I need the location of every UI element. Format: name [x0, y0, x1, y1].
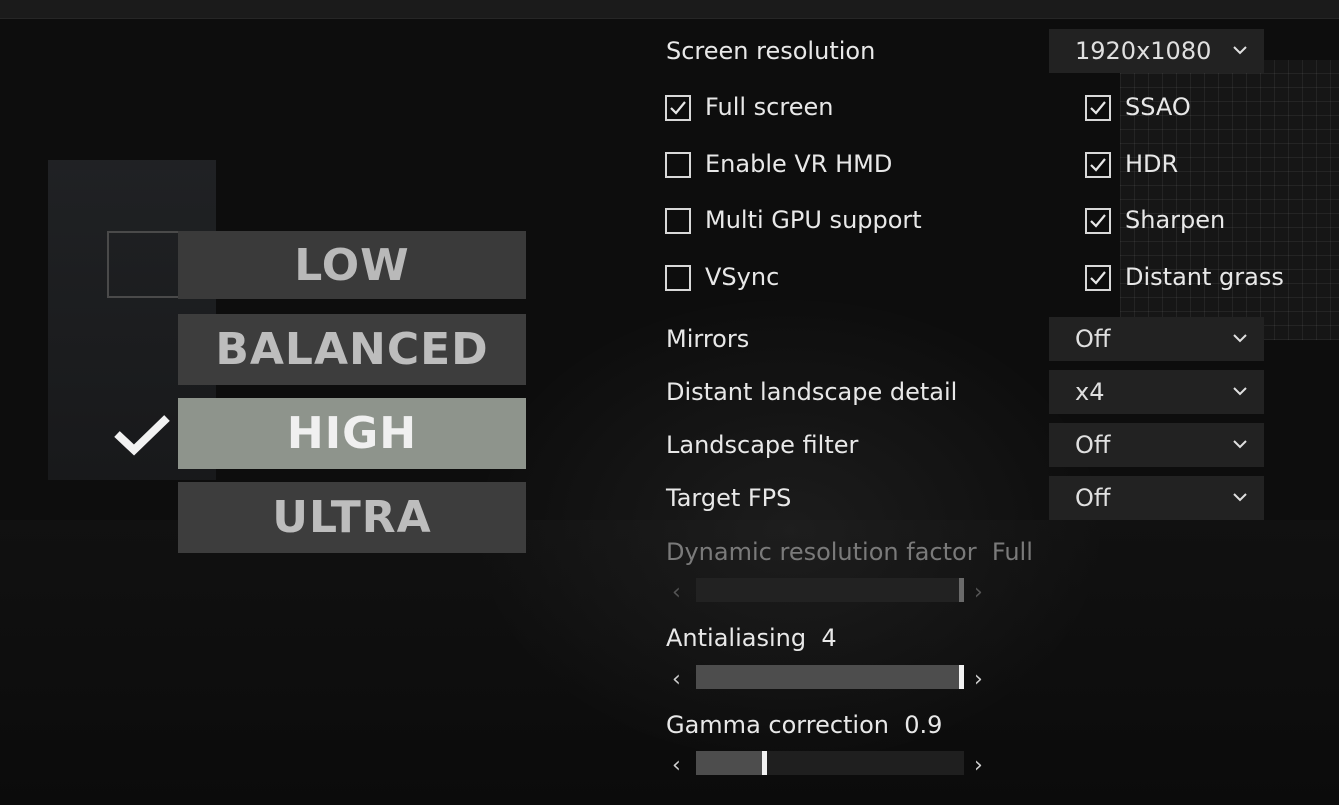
check-icon	[1090, 101, 1106, 115]
target-fps-dropdown[interactable]: Off	[1049, 476, 1264, 520]
dynamic-resolution-label: Dynamic resolution factor Full	[666, 538, 1033, 566]
landscape-filter-label: Landscape filter	[666, 431, 859, 459]
dynamic-resolution-value: Full	[991, 538, 1033, 566]
sharpen-checkbox[interactable]	[1085, 208, 1111, 234]
hdr-label: HDR	[1125, 150, 1179, 178]
chevron-down-icon	[1233, 493, 1247, 502]
check-icon	[1090, 214, 1106, 228]
chevron-down-icon	[1233, 334, 1247, 343]
chevron-down-icon	[1233, 440, 1247, 449]
gamma-track[interactable]	[696, 751, 964, 775]
dynamic-resolution-thumb[interactable]	[959, 578, 964, 602]
gamma-fill	[696, 751, 767, 775]
sharpen-label: Sharpen	[1125, 206, 1226, 234]
screen-resolution-value: 1920x1080	[1075, 37, 1212, 65]
target-fps-value: Off	[1075, 484, 1111, 512]
preset-low-button[interactable]: LOW	[178, 231, 526, 299]
distant-landscape-label: Distant landscape detail	[666, 378, 958, 406]
antialiasing-slider[interactable]: ‹ ›	[666, 663, 996, 693]
vsync-checkbox[interactable]	[665, 265, 691, 291]
antialiasing-label: Antialiasing 4	[666, 624, 837, 652]
chevron-left-icon[interactable]: ‹	[672, 753, 681, 778]
chevron-down-icon	[1233, 46, 1247, 55]
antialiasing-title: Antialiasing	[666, 624, 807, 652]
antialiasing-thumb[interactable]	[959, 665, 964, 689]
mirrors-value: Off	[1075, 325, 1111, 353]
ssao-label: SSAO	[1125, 93, 1191, 121]
preset-high-button[interactable]: HIGH	[178, 398, 526, 469]
full-screen-label: Full screen	[705, 93, 834, 121]
distant-landscape-dropdown[interactable]: x4	[1049, 370, 1264, 414]
check-icon	[1090, 271, 1106, 285]
full-screen-checkbox[interactable]	[665, 95, 691, 121]
mirrors-dropdown[interactable]: Off	[1049, 317, 1264, 361]
antialiasing-track[interactable]	[696, 665, 964, 689]
ssao-checkbox[interactable]	[1085, 95, 1111, 121]
antialiasing-fill	[696, 665, 964, 689]
landscape-filter-dropdown[interactable]: Off	[1049, 423, 1264, 467]
multi-gpu-checkbox[interactable]	[665, 208, 691, 234]
check-icon	[114, 415, 170, 456]
gamma-thumb[interactable]	[762, 751, 767, 775]
chevron-right-icon[interactable]: ›	[974, 753, 983, 778]
preset-balanced-button[interactable]: BALANCED	[178, 314, 526, 385]
chevron-down-icon	[1233, 387, 1247, 396]
dynamic-resolution-slider[interactable]: ‹ ›	[666, 576, 996, 606]
distant-landscape-value: x4	[1075, 378, 1105, 406]
landscape-filter-value: Off	[1075, 431, 1111, 459]
hdr-checkbox[interactable]	[1085, 152, 1111, 178]
enable-vr-hmd-label: Enable VR HMD	[705, 150, 893, 178]
chevron-left-icon[interactable]: ‹	[672, 580, 681, 605]
check-icon	[670, 101, 686, 115]
chevron-right-icon[interactable]: ›	[974, 667, 983, 692]
top-bar	[0, 0, 1339, 19]
check-icon	[1090, 158, 1106, 172]
mirrors-label: Mirrors	[666, 325, 750, 353]
vsync-label: VSync	[705, 263, 780, 291]
gamma-title: Gamma correction	[666, 711, 889, 739]
screen-resolution-dropdown[interactable]: 1920x1080	[1049, 29, 1264, 73]
distant-grass-checkbox[interactable]	[1085, 265, 1111, 291]
target-fps-label: Target FPS	[666, 484, 792, 512]
enable-vr-hmd-checkbox[interactable]	[665, 152, 691, 178]
distant-grass-label: Distant grass	[1125, 263, 1284, 291]
gamma-label: Gamma correction 0.9	[666, 711, 942, 739]
chevron-left-icon[interactable]: ‹	[672, 667, 681, 692]
dynamic-resolution-track[interactable]	[696, 578, 964, 602]
antialiasing-value: 4	[821, 624, 837, 652]
chevron-right-icon[interactable]: ›	[974, 580, 983, 605]
gamma-value: 0.9	[904, 711, 943, 739]
preset-ultra-button[interactable]: ULTRA	[178, 482, 526, 553]
screen-resolution-label: Screen resolution	[666, 37, 876, 65]
dynamic-resolution-title: Dynamic resolution factor	[666, 538, 977, 566]
dynamic-resolution-fill	[696, 578, 964, 602]
multi-gpu-label: Multi GPU support	[705, 206, 922, 234]
gamma-slider[interactable]: ‹ ›	[666, 749, 996, 779]
